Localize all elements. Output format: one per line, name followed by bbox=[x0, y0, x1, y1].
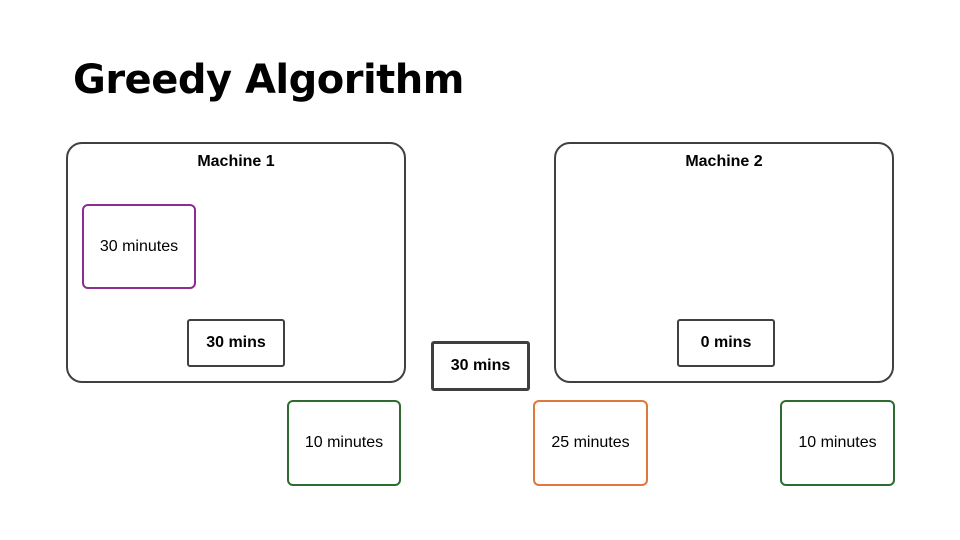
machine-2-total: 0 mins bbox=[677, 319, 775, 367]
queued-job-box: 10 minutes bbox=[780, 400, 895, 486]
machine-1-total: 30 mins bbox=[187, 319, 285, 367]
current-job-size: 30 mins bbox=[431, 341, 530, 391]
queued-job-box: 25 minutes bbox=[533, 400, 648, 486]
slide-title: Greedy Algorithm bbox=[73, 57, 464, 103]
queued-job-box: 10 minutes bbox=[287, 400, 401, 486]
job-box-machine-1: 30 minutes bbox=[82, 204, 196, 289]
machine-2-label: Machine 2 bbox=[685, 153, 763, 170]
machine-1-label: Machine 1 bbox=[197, 153, 275, 170]
